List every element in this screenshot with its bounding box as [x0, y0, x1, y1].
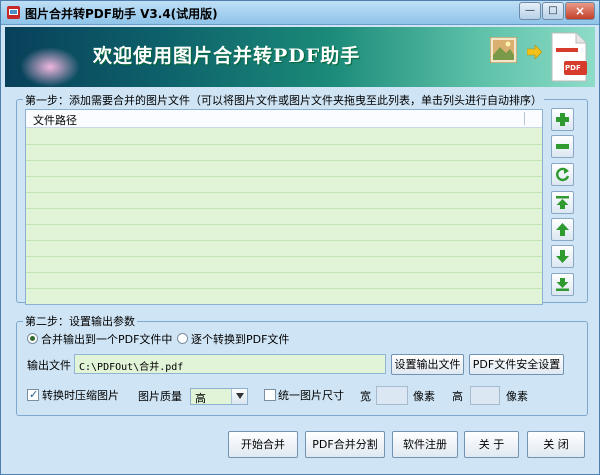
step2-legend: 第二步：设置输出参数 [23, 313, 137, 329]
height-input[interactable] [470, 386, 500, 405]
refresh-icon [556, 167, 570, 182]
compress-checkbox[interactable]: ✓ [27, 388, 39, 401]
close-window-button[interactable]: × [565, 2, 595, 20]
checkmark-icon: ✓ [29, 388, 39, 401]
banner-welcome-text: 欢迎使用图片合并转PDF助手 [93, 45, 361, 67]
list-row-line [26, 288, 542, 289]
set-output-file-button[interactable]: 设置输出文件 [391, 354, 464, 375]
pdf-merge-split-button[interactable]: PDF合并分割 [305, 431, 385, 458]
list-row-line [26, 272, 542, 273]
compress-label[interactable]: 转换时压缩图片 [42, 387, 119, 403]
about-button[interactable]: 关 于 [464, 431, 519, 458]
arrow-bottom-icon [556, 278, 569, 291]
radio-separate-label[interactable]: 逐个转换到PDF文件 [191, 331, 289, 347]
clear-button[interactable] [551, 163, 574, 186]
list-row-line [26, 208, 542, 209]
output-file-field[interactable]: C:\PDFOut\合并.pdf [74, 354, 386, 374]
list-header[interactable]: 文件路径 [26, 110, 542, 128]
list-row-line [26, 160, 542, 161]
pdf-security-settings-button[interactable]: PDF文件安全设置 [469, 354, 564, 375]
app-icon [7, 6, 20, 19]
remove-button[interactable] [551, 135, 574, 158]
move-up-button[interactable] [551, 218, 574, 241]
image-quality-label: 图片质量 [138, 390, 182, 403]
unify-size-label[interactable]: 统一图片尺寸 [278, 387, 344, 403]
radio-merge-dot [30, 336, 35, 341]
minimize-button[interactable]: — [519, 2, 541, 20]
height-label: 高 [452, 390, 463, 403]
move-down-button[interactable] [551, 245, 574, 268]
arrow-top-icon [556, 196, 569, 209]
minus-icon [556, 144, 569, 149]
pdf-badge-text: PDF [565, 64, 581, 72]
maximize-button[interactable]: □ [542, 2, 564, 20]
chevron-down-icon [236, 393, 244, 399]
add-button[interactable] [551, 108, 574, 131]
radio-merge[interactable] [27, 333, 38, 344]
arrow-right-icon [527, 45, 542, 59]
move-top-button[interactable] [551, 191, 574, 214]
pdf-file-icon [551, 32, 587, 82]
arrow-up-icon [556, 223, 569, 236]
column-separator [524, 112, 525, 125]
banner-glow [20, 47, 80, 87]
arrow-down-icon [556, 250, 569, 263]
close-button[interactable]: 关 闭 [527, 431, 585, 458]
height-unit-label: 像素 [506, 390, 528, 403]
unify-size-checkbox[interactable] [264, 389, 276, 401]
image-icon [490, 37, 517, 63]
main-window: 图片合并转PDF助手 V3.4(试用版) — □ × 欢迎使用图片合并转PDF助… [0, 0, 600, 475]
plus-icon [556, 113, 569, 126]
title-bar[interactable]: 图片合并转PDF助手 V3.4(试用版) — □ × [1, 1, 599, 25]
list-row-line [26, 240, 542, 241]
file-list[interactable]: 文件路径 [25, 109, 543, 305]
list-row-line [26, 256, 542, 257]
step1-legend: 第一步：添加需要合并的图片文件（可以将图片文件或图片文件夹拖曳至此列表，单击列头… [23, 92, 544, 108]
welcome-banner: 欢迎使用图片合并转PDF助手 PDF [5, 27, 595, 87]
list-row-line [26, 176, 542, 177]
register-button[interactable]: 软件注册 [392, 431, 458, 458]
image-quality-value: 高 [195, 392, 206, 405]
column-header-file-path[interactable]: 文件路径 [33, 112, 77, 128]
dropdown-arrow[interactable] [231, 389, 247, 404]
list-row-line [26, 224, 542, 225]
radio-merge-label[interactable]: 合并输出到一个PDF文件中 [41, 331, 172, 347]
start-merge-button[interactable]: 开始合并 [228, 431, 298, 458]
width-unit-label: 像素 [413, 390, 435, 403]
radio-separate[interactable] [177, 333, 188, 344]
output-file-label: 输出文件 [27, 359, 71, 372]
image-quality-select[interactable]: 高 [190, 388, 248, 405]
move-bottom-button[interactable] [551, 273, 574, 296]
width-label: 宽 [360, 390, 371, 403]
list-row-line [26, 192, 542, 193]
window-title: 图片合并转PDF助手 V3.4(试用版) [25, 7, 218, 21]
width-input[interactable] [376, 386, 408, 405]
list-row-line [26, 144, 542, 145]
